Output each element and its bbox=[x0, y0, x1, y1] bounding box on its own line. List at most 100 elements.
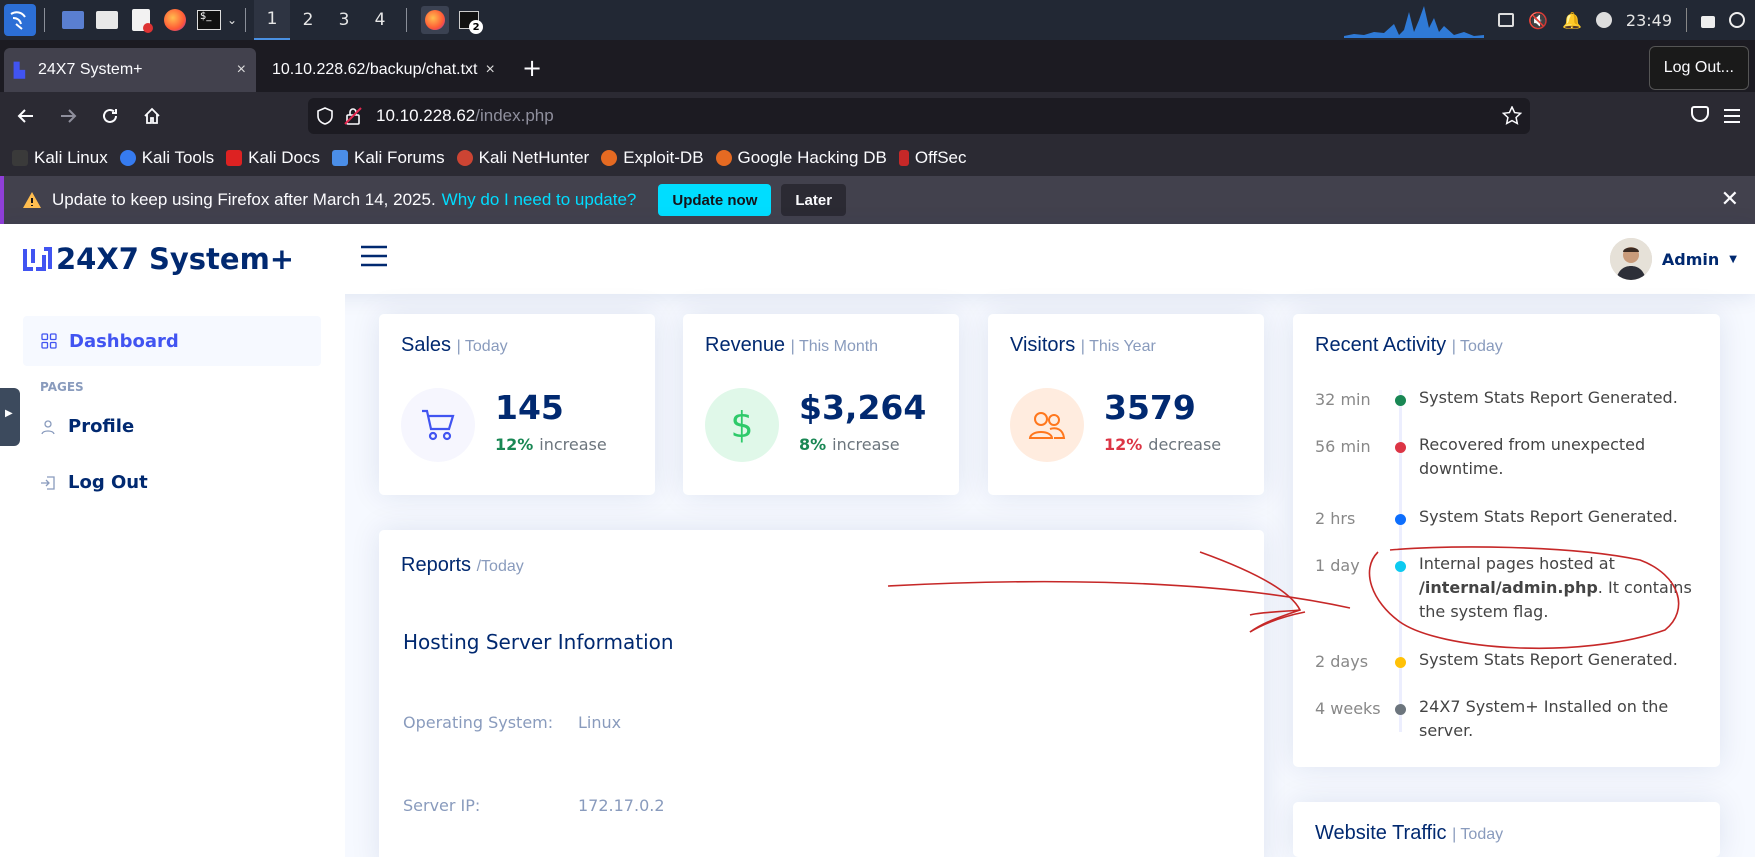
person-icon bbox=[41, 419, 55, 434]
visitors-value: 3579 bbox=[1104, 388, 1196, 427]
revenue-value: $3,264 bbox=[799, 388, 927, 427]
forward-arrow-icon bbox=[61, 109, 77, 123]
warning-icon bbox=[23, 192, 41, 208]
file-manager-icon[interactable] bbox=[93, 6, 121, 34]
close-notification-icon[interactable]: ✕ bbox=[1721, 186, 1739, 212]
firefox-icon[interactable] bbox=[161, 6, 189, 34]
bookmark-kali-linux[interactable]: Kali Linux bbox=[12, 148, 108, 168]
status-dot bbox=[1395, 442, 1406, 453]
os-label: Operating System: bbox=[403, 713, 554, 732]
card-title: Sales | Today bbox=[401, 334, 508, 356]
firefox-window-icon[interactable] bbox=[421, 6, 450, 34]
username: Admin bbox=[1661, 249, 1720, 269]
tab-title: 24X7 System+ bbox=[38, 61, 143, 78]
cart-icon bbox=[401, 388, 475, 462]
new-tab-button[interactable]: + bbox=[522, 54, 542, 82]
shield-icon bbox=[317, 107, 333, 125]
bookmark-label: Kali Docs bbox=[248, 148, 320, 167]
desktop-icon[interactable] bbox=[59, 6, 87, 34]
kali-dragon-icon bbox=[12, 150, 28, 166]
mute-icon[interactable]: 🔇 bbox=[1528, 11, 1548, 30]
forward-button[interactable] bbox=[48, 96, 88, 136]
workspace-3[interactable]: 3 bbox=[326, 0, 362, 40]
workspace-4[interactable]: 4 bbox=[362, 0, 398, 40]
sidebar-item-profile[interactable]: Profile bbox=[40, 416, 134, 437]
browser-tab-strip: ▙ 24X7 System+ × 10.10.228.62/backup/cha… bbox=[0, 40, 1755, 92]
tab-24x7-system[interactable]: ▙ 24X7 System+ × bbox=[4, 48, 256, 92]
website-traffic-card: Website Traffic | Today bbox=[1293, 802, 1720, 857]
offsec-icon bbox=[898, 150, 909, 166]
sales-change: 12% increase bbox=[495, 435, 607, 454]
visitors-card: Visitors | This Year 3579 12% decrease bbox=[988, 314, 1264, 495]
bookmark-label: Kali Linux bbox=[34, 148, 108, 167]
status-dot bbox=[1395, 657, 1406, 668]
sidebar-item-dashboard[interactable]: Dashboard bbox=[23, 316, 321, 366]
workspace-2[interactable]: 2 bbox=[290, 0, 326, 40]
clock: 23:49 bbox=[1625, 10, 1672, 30]
ip-value: 172.17.0.2 bbox=[578, 796, 665, 815]
back-arrow-icon bbox=[17, 109, 33, 123]
chevron-down-icon[interactable]: ⌄ bbox=[227, 13, 237, 27]
workspace-1[interactable]: 1 bbox=[254, 0, 291, 40]
revenue-card: Revenue | This Month $ $3,264 8% increase bbox=[683, 314, 959, 495]
why-update-link[interactable]: Why do I need to update? bbox=[442, 190, 637, 210]
terminal-window-icon[interactable]: 2 bbox=[455, 6, 484, 34]
home-icon bbox=[144, 107, 160, 124]
box-arrow-in-icon bbox=[41, 475, 55, 490]
app-logo[interactable]: 24X7 System+ bbox=[22, 242, 294, 276]
hamburger-menu-icon[interactable] bbox=[360, 244, 388, 268]
url-path: /index.php bbox=[475, 106, 554, 125]
star-icon[interactable] bbox=[1502, 106, 1522, 126]
bell-icon[interactable]: 🔔 bbox=[1562, 11, 1582, 30]
terminal-icon[interactable]: $_ bbox=[195, 6, 223, 34]
bookmark-kali-nethunter[interactable]: Kali NetHunter bbox=[456, 148, 589, 168]
text-editor-icon[interactable] bbox=[127, 6, 155, 34]
tab-close-icon[interactable]: × bbox=[237, 61, 246, 79]
status-dot bbox=[1395, 514, 1406, 525]
visitors-change: 12% decrease bbox=[1104, 435, 1222, 454]
profile-dropdown[interactable]: Admin ▼ bbox=[1609, 238, 1737, 280]
sales-value: 145 bbox=[495, 388, 564, 427]
pocket-icon[interactable] bbox=[1691, 106, 1709, 122]
kali-docs-icon bbox=[226, 150, 243, 166]
url-bar[interactable]: 10.10.228.62/index.php bbox=[308, 98, 1530, 134]
url-host: 10.10.228.62 bbox=[376, 106, 476, 125]
bookmark-kali-forums[interactable]: Kali Forums bbox=[331, 148, 445, 168]
network-graph-icon bbox=[1344, 6, 1485, 38]
card-title: Recent Activity | Today bbox=[1315, 334, 1503, 356]
hosting-heading: Hosting Server Information bbox=[403, 630, 674, 654]
tab-chat-txt[interactable]: 10.10.228.62/backup/chat.txt × bbox=[256, 48, 508, 92]
recent-activity-card: Recent Activity | Today 32 min System Sta… bbox=[1293, 314, 1720, 767]
back-button[interactable] bbox=[6, 96, 46, 136]
update-icon[interactable] bbox=[1595, 12, 1612, 28]
ghdb-icon bbox=[715, 150, 732, 166]
sidebar-item-logout[interactable]: Log Out bbox=[40, 472, 148, 493]
site-favicon-icon: ▙ bbox=[14, 62, 25, 78]
bookmark-offsec[interactable]: OffSec bbox=[898, 148, 967, 168]
tab-close-icon[interactable]: × bbox=[485, 61, 494, 79]
grid-icon bbox=[41, 333, 57, 349]
kali-menu-icon[interactable] bbox=[4, 4, 36, 36]
app-header: 24X7 System+ Admin ▼ bbox=[0, 224, 1755, 294]
logo-icon bbox=[23, 247, 52, 271]
bookmark-kali-docs[interactable]: Kali Docs bbox=[226, 148, 320, 168]
caret-down-icon: ▼ bbox=[1729, 253, 1737, 265]
power-icon[interactable] bbox=[1729, 12, 1745, 28]
window-icon[interactable] bbox=[1498, 13, 1515, 27]
bookmark-google-hacking-db[interactable]: Google Hacking DB bbox=[715, 148, 887, 168]
people-icon bbox=[1010, 388, 1084, 462]
bookmark-kali-tools[interactable]: Kali Tools bbox=[119, 148, 214, 168]
avatar bbox=[1609, 238, 1652, 280]
status-dot bbox=[1395, 561, 1406, 572]
menu-icon[interactable] bbox=[1723, 108, 1741, 124]
tab-title: 10.10.228.62/backup/chat.txt bbox=[272, 61, 478, 78]
later-button[interactable]: Later bbox=[781, 184, 847, 216]
bookmark-exploit-db[interactable]: Exploit-DB bbox=[601, 148, 704, 168]
play-arrow-icon: ▶ bbox=[5, 408, 13, 419]
reload-button[interactable] bbox=[90, 96, 130, 136]
update-now-button[interactable]: Update now bbox=[658, 184, 772, 216]
home-button[interactable] bbox=[132, 96, 172, 136]
lock-icon[interactable] bbox=[1701, 16, 1715, 28]
side-panel-handle[interactable]: ▶ bbox=[0, 388, 20, 446]
kali-forums-icon bbox=[331, 150, 348, 166]
